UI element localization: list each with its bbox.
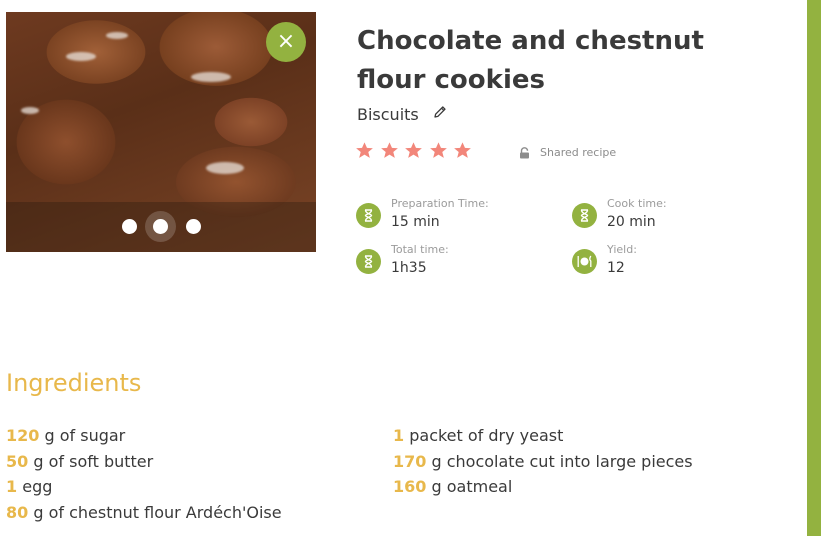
shared-recipe-label: Shared recipe — [540, 146, 617, 159]
recipe-category: Biscuits — [357, 105, 419, 124]
hourglass-icon — [356, 203, 381, 228]
cook-time-value: 20 min — [607, 214, 656, 230]
close-button[interactable]: × — [266, 22, 306, 62]
recipe-title: Chocolate and chestnut flour cookies — [357, 26, 704, 95]
star-icon[interactable] — [355, 141, 374, 160]
ingredients-heading: Ingredients — [6, 369, 142, 397]
hourglass-icon — [356, 249, 381, 274]
ingredient-text: egg — [17, 477, 53, 497]
close-icon: × — [276, 29, 296, 54]
star-icon[interactable] — [429, 141, 448, 160]
sugar-dust — [66, 52, 96, 61]
carousel-dot-2[interactable] — [153, 219, 168, 234]
ingredients-list-left: 120 g of sugar 50 g of soft butter 1 egg… — [6, 423, 282, 526]
ingredient-qty: 120 — [6, 426, 40, 445]
cook-time-label: Cook time: — [607, 197, 667, 210]
lock-icon — [520, 146, 529, 158]
ingredient-qty: 80 — [6, 503, 29, 523]
ingredient-qty: 1 — [393, 426, 405, 445]
ingredient-text: g oatmeal — [426, 477, 513, 497]
ingredient-item: 1 egg — [6, 474, 282, 500]
sugar-dust — [21, 107, 39, 114]
sugar-dust — [106, 32, 128, 39]
right-accent-bar — [807, 0, 821, 536]
ingredient-text: g of chestnut flour Ardéch'Oise — [28, 503, 282, 523]
star-icon[interactable] — [453, 141, 472, 160]
ingredient-item: 80 g of chestnut flour Ardéch'Oise — [6, 500, 282, 526]
ingredient-qty: 1 — [6, 477, 18, 497]
ingredients-list-right: 1 packet of dry yeast 170 g chocolate cu… — [393, 423, 693, 500]
star-icon[interactable] — [380, 141, 399, 160]
prep-time-label: Preparation Time: — [391, 197, 489, 210]
ingredient-qty: 170 — [393, 451, 427, 471]
ingredient-item: 160 g oatmeal — [393, 474, 693, 500]
yield-label: Yield: — [607, 243, 637, 256]
ingredient-qty: 160 — [393, 477, 427, 497]
carousel-dot-3[interactable] — [186, 219, 201, 234]
star-icon[interactable] — [404, 141, 423, 160]
ingredient-text: g of soft butter — [28, 451, 154, 471]
total-time-label: Total time: — [391, 243, 449, 256]
carousel-dot-1[interactable] — [122, 219, 137, 234]
ingredient-item: 1 packet of dry yeast — [393, 423, 693, 449]
ingredient-item: 120 g of sugar — [6, 423, 282, 449]
pencil-icon[interactable] — [432, 104, 448, 120]
ingredient-item: 50 g of soft butter — [6, 449, 282, 475]
rating-stars[interactable] — [355, 141, 473, 161]
ingredient-item: 170 g chocolate cut into large pieces — [393, 449, 693, 475]
yield-value: 12 — [607, 260, 625, 276]
total-time-value: 1h35 — [391, 260, 427, 276]
plate-cutlery-icon — [572, 249, 597, 274]
sugar-dust — [206, 162, 244, 174]
prep-time-value: 15 min — [391, 214, 440, 230]
shared-recipe-status: Shared recipe — [519, 146, 616, 159]
ingredient-text: packet of dry yeast — [404, 426, 564, 445]
ingredient-text: g of sugar — [39, 426, 126, 445]
sugar-dust — [191, 72, 231, 82]
hourglass-icon — [572, 203, 597, 228]
ingredient-text: g chocolate cut into large pieces — [426, 451, 693, 471]
ingredient-qty: 50 — [6, 451, 29, 471]
